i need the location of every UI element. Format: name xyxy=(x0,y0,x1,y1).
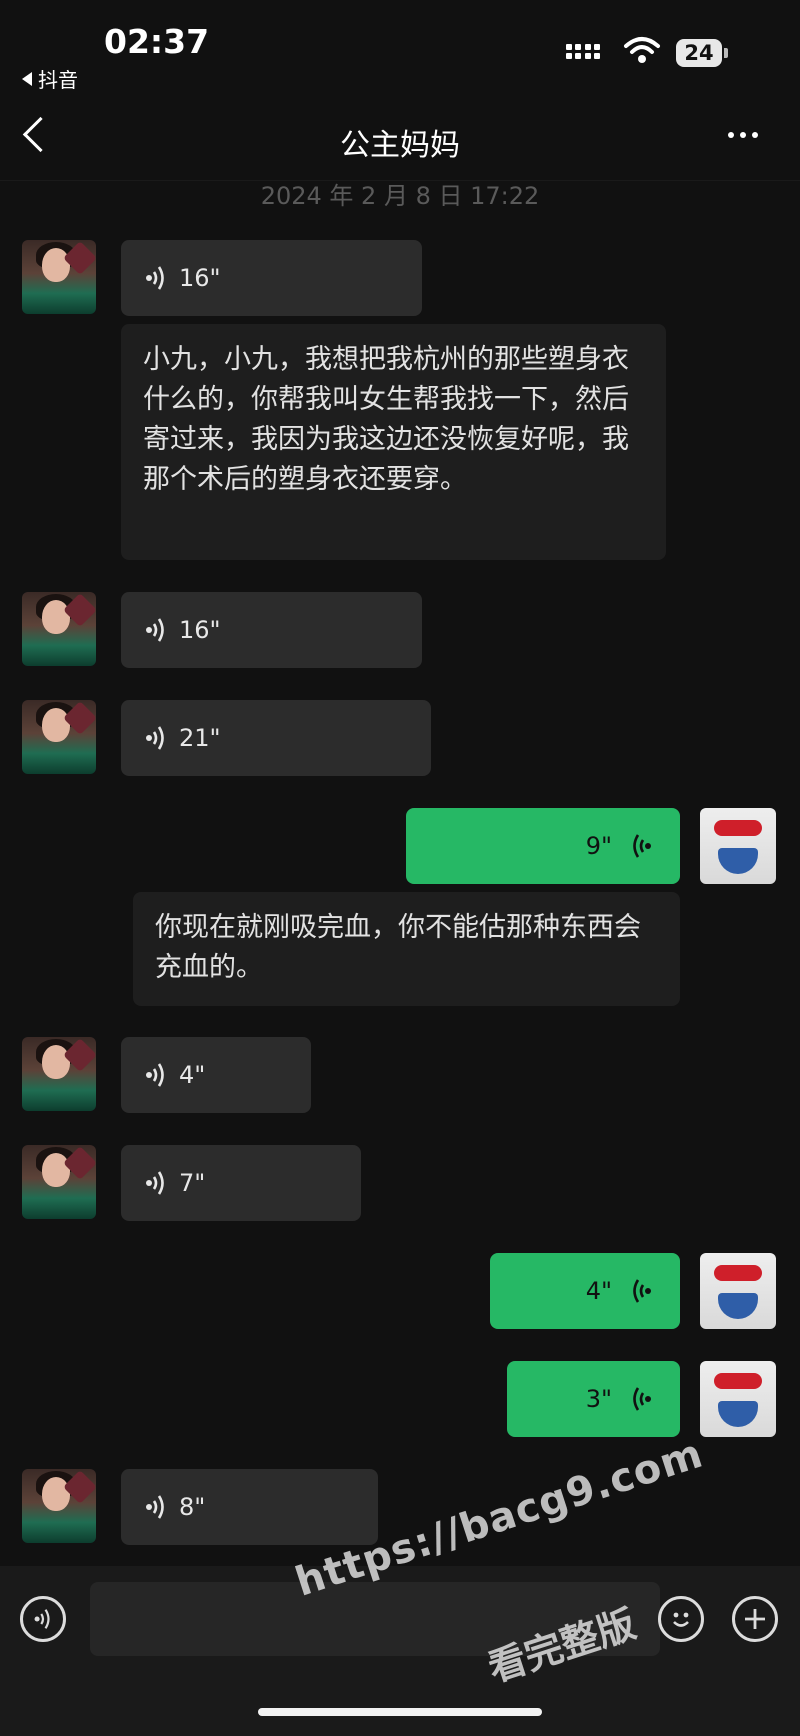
status-time: 02:37 xyxy=(104,22,210,61)
voice-message[interactable]: 16" xyxy=(121,592,422,668)
back-to-app-link[interactable]: 抖音 xyxy=(22,64,78,93)
contact-avatar[interactable] xyxy=(22,700,96,774)
emoji-icon[interactable] xyxy=(658,1596,704,1642)
chat-title: 公主妈妈 xyxy=(340,128,460,163)
contact-avatar[interactable] xyxy=(22,1469,96,1543)
back-triangle-icon xyxy=(22,71,32,86)
voice-wave-icon xyxy=(146,1063,164,1087)
more-icon[interactable] xyxy=(728,132,758,138)
home-indicator[interactable] xyxy=(258,1708,542,1716)
contact-avatar[interactable] xyxy=(22,1145,96,1219)
voice-message-sent[interactable]: 4" xyxy=(490,1253,680,1329)
voice-wave-icon xyxy=(633,1387,651,1411)
voice-message[interactable]: 16" xyxy=(121,240,422,316)
voice-wave-icon xyxy=(146,266,164,290)
self-avatar[interactable] xyxy=(700,808,776,884)
message-timestamp: 2024 年 2 月 8 日 17:22 xyxy=(260,182,540,210)
battery-indicator: 24 xyxy=(676,39,728,67)
voice-message[interactable]: 21" xyxy=(121,700,431,776)
voice-transcript: 小九，小九，我想把我杭州的那些塑身衣什么的，你帮我叫女生帮我找一下，然后寄过来，… xyxy=(121,324,666,560)
voice-duration: 7" xyxy=(179,1169,206,1197)
voice-message[interactable]: 4" xyxy=(121,1037,311,1113)
contact-avatar[interactable] xyxy=(22,240,96,314)
voice-duration: 21" xyxy=(179,724,221,752)
plus-icon[interactable] xyxy=(732,1596,778,1642)
voice-duration: 16" xyxy=(179,264,221,292)
voice-duration: 4" xyxy=(179,1061,206,1089)
voice-message-sent[interactable]: 9" xyxy=(406,808,680,884)
voice-duration: 4" xyxy=(585,1277,612,1305)
self-avatar[interactable] xyxy=(700,1361,776,1437)
voice-wave-icon xyxy=(633,1279,651,1303)
voice-wave-icon xyxy=(146,726,164,750)
voice-duration: 3" xyxy=(585,1385,612,1413)
voice-duration: 9" xyxy=(585,832,612,860)
wifi-icon xyxy=(624,37,660,63)
voice-wave-icon xyxy=(146,618,164,642)
voice-wave-icon xyxy=(633,834,651,858)
contact-avatar[interactable] xyxy=(22,592,96,666)
voice-wave-icon xyxy=(146,1495,164,1519)
voice-message[interactable]: 7" xyxy=(121,1145,361,1221)
voice-duration: 16" xyxy=(179,616,221,644)
voice-transcript: 你现在就刚吸完血，你不能估那种东西会充血的。 xyxy=(133,892,680,1006)
voice-message-sent[interactable]: 3" xyxy=(507,1361,680,1437)
voice-message[interactable]: 8" xyxy=(121,1469,378,1545)
signal-icon xyxy=(566,44,600,59)
voice-duration: 8" xyxy=(179,1493,206,1521)
back-app-label: 抖音 xyxy=(38,68,78,92)
voice-wave-icon xyxy=(146,1171,164,1195)
voice-mode-icon[interactable] xyxy=(20,1596,66,1642)
self-avatar[interactable] xyxy=(700,1253,776,1329)
contact-avatar[interactable] xyxy=(22,1037,96,1111)
